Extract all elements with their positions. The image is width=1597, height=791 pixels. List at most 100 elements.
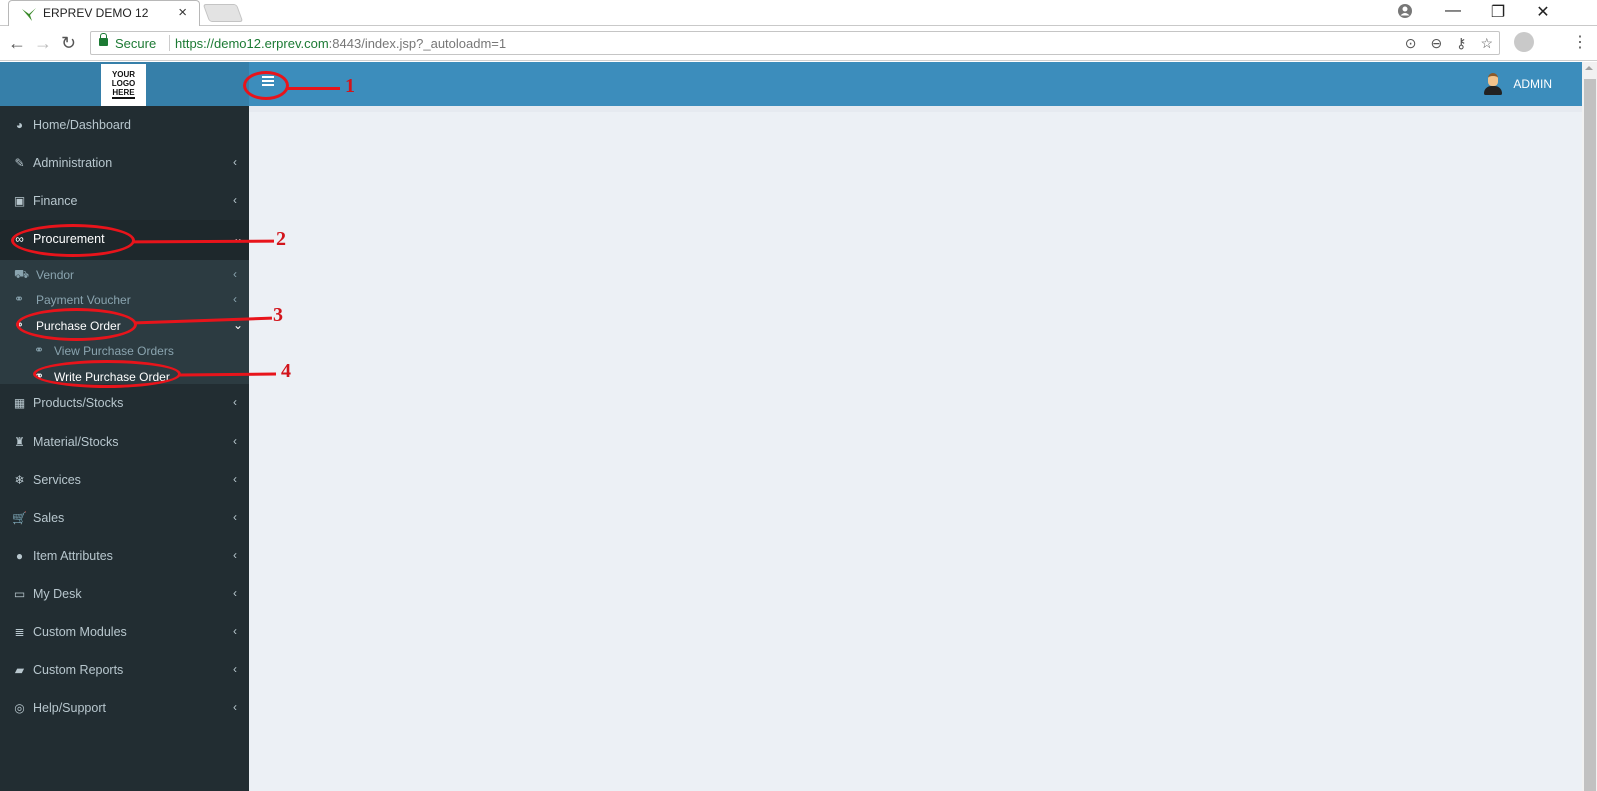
erprev-favicon-icon (22, 8, 36, 21)
sidebar-item-label: Material/Stocks (33, 435, 119, 449)
tab-close-icon[interactable]: × (178, 4, 187, 21)
sidebar-item-services[interactable]: ❄ Services ‹ (0, 461, 249, 499)
key-icon[interactable]: ⚷ (1456, 35, 1466, 52)
sidebar-item-sales[interactable]: 🛒 Sales ‹ (0, 499, 249, 537)
url-host: https://demo12.erprev.com (175, 36, 329, 51)
new-tab-button[interactable] (202, 4, 244, 22)
sidebar-item-label: Products/Stocks (33, 396, 124, 410)
avatar (1483, 73, 1503, 95)
separator (169, 35, 170, 51)
extension-icon[interactable] (1514, 32, 1534, 52)
database-icon: ≣ (14, 625, 25, 639)
trash-icon: ♜ (14, 435, 25, 449)
sidebar-item-custom-reports[interactable]: ▰ Custom Reports ‹ (0, 651, 249, 689)
tab-title: ERPREV DEMO 12 (43, 6, 149, 20)
address-bar[interactable]: Secure https://demo12.erprev.com:8443/in… (90, 31, 1500, 55)
location-icon[interactable]: ⊙ (1405, 35, 1417, 52)
sidebar-item-label: Custom Reports (33, 663, 124, 677)
window-close-button[interactable]: ✕ (1528, 2, 1558, 22)
chevron-left-icon: ‹ (233, 155, 237, 169)
annotation-line-1 (288, 87, 340, 90)
sidebar-item-administration[interactable]: ✎ Administration ‹ (0, 144, 249, 182)
page-scrollbar[interactable] (1582, 62, 1597, 791)
submenu-item-view-purchase-orders[interactable]: ⚭ View Purchase Orders (0, 338, 249, 363)
browser-tab[interactable]: ERPREV DEMO 12 × (8, 0, 200, 26)
profile-icon[interactable] (1398, 4, 1412, 18)
sidebar: ◕ Home/Dashboard ✎ Administration ‹ ▣ Fi… (0, 106, 249, 791)
url-text[interactable]: https://demo12.erprev.com:8443/index.jsp… (175, 36, 506, 51)
chevron-left-icon: ‹ (233, 395, 237, 409)
desktop-icon: ▭ (13, 587, 26, 601)
annotation-ellipse-2 (11, 224, 135, 257)
minimize-button[interactable]: — (1438, 2, 1468, 20)
annotation-ellipse-4 (33, 360, 181, 388)
annotation-number-3: 3 (273, 304, 283, 326)
scrollbar-thumb[interactable] (1584, 79, 1596, 791)
building-icon: ▦ (13, 396, 26, 410)
chevron-left-icon: ‹ (233, 586, 237, 600)
cart-icon: 🛒 (12, 511, 27, 525)
chevron-down-icon: ⌄ (233, 231, 244, 245)
chevron-left-icon: ‹ (233, 662, 237, 676)
book-icon: ▰ (14, 663, 25, 677)
sidebar-item-my-desk[interactable]: ▭ My Desk ‹ (0, 575, 249, 613)
url-path: :8443/index.jsp?_autoloadm=1 (328, 36, 507, 51)
zoom-icon[interactable]: ⊖ (1430, 35, 1442, 52)
link-icon: ⚭ (14, 292, 25, 306)
sidebar-item-item-attributes[interactable]: ● Item Attributes ‹ (0, 537, 249, 575)
sidebar-item-label: Item Attributes (33, 549, 113, 563)
chevron-left-icon: ‹ (233, 624, 237, 638)
submenu-item-vendor[interactable]: ⛟ Vendor ‹ (0, 262, 249, 287)
ticket-icon: ✎ (14, 156, 25, 170)
sidebar-item-custom-modules[interactable]: ≣ Custom Modules ‹ (0, 613, 249, 651)
sidebar-item-home-dashboard[interactable]: ◕ Home/Dashboard (0, 106, 249, 144)
dashboard-icon: ◕ (15, 118, 24, 132)
annotation-ellipse-3 (16, 308, 137, 341)
user-menu[interactable]: ADMIN (1483, 73, 1552, 95)
sidebar-item-help-support[interactable]: ◎ Help/Support ‹ (0, 689, 249, 727)
annotation-number-2: 2 (276, 228, 286, 250)
bookmark-star-icon[interactable]: ☆ (1480, 35, 1493, 52)
reload-button[interactable]: ↻ (61, 33, 76, 54)
submenu-item-label: Vendor (36, 268, 75, 282)
chevron-left-icon: ‹ (233, 548, 237, 562)
maximize-button[interactable]: ❐ (1483, 2, 1513, 22)
chevron-left-icon: ‹ (233, 267, 237, 281)
logo-line: LOGO (111, 79, 136, 88)
company-logo[interactable]: YOUR LOGO HERE (101, 64, 146, 106)
submenu-item-label: View Purchase Orders (54, 344, 174, 358)
security-label: Secure (115, 36, 157, 51)
attributes-icon: ● (15, 549, 24, 563)
main-header: YOUR LOGO HERE ADMIN (0, 62, 1582, 106)
annotation-number-1: 1 (345, 75, 355, 97)
annotation-ellipse-1 (243, 71, 289, 100)
submenu-item-payment-voucher[interactable]: ⚭ Payment Voucher ‹ (0, 287, 249, 312)
scroll-up-arrow-icon[interactable] (1585, 66, 1593, 70)
bus-icon: ⛟ (14, 267, 30, 281)
sidebar-item-label: My Desk (33, 587, 82, 601)
logo-area: YOUR LOGO HERE (0, 62, 249, 106)
lock-icon (99, 33, 108, 46)
sidebar-item-label: Administration (33, 156, 113, 170)
chevron-left-icon: ‹ (233, 700, 237, 714)
sidebar-item-material-stocks[interactable]: ♜ Material/Stocks ‹ (0, 423, 249, 461)
user-name: ADMIN (1513, 77, 1552, 91)
sidebar-item-label: Finance (33, 194, 78, 208)
sidebar-item-label: Home/Dashboard (33, 118, 131, 132)
sidebar-item-finance[interactable]: ▣ Finance ‹ (0, 182, 249, 220)
app: YOUR LOGO HERE ADMIN ◕ Home/Dashboard ✎ … (0, 62, 1582, 791)
link-icon: ⚭ (34, 343, 45, 357)
chevron-left-icon: ‹ (233, 193, 237, 207)
browser-tab-strip: ERPREV DEMO 12 × — ❐ ✕ (0, 0, 1597, 26)
chevron-left-icon: ‹ (233, 292, 237, 306)
sidebar-item-products-stocks[interactable]: ▦ Products/Stocks ‹ (0, 384, 249, 422)
annotation-number-4: 4 (281, 360, 291, 382)
chevron-left-icon: ‹ (233, 510, 237, 524)
back-button[interactable]: ← (8, 33, 26, 54)
chevron-left-icon: ‹ (233, 472, 237, 486)
sidebar-item-label: Help/Support (33, 701, 106, 715)
content-area (249, 106, 1582, 791)
browser-menu-icon[interactable]: ⋮ (1572, 32, 1588, 52)
logo-line: YOUR (111, 70, 136, 79)
forward-button[interactable]: → (34, 33, 52, 54)
